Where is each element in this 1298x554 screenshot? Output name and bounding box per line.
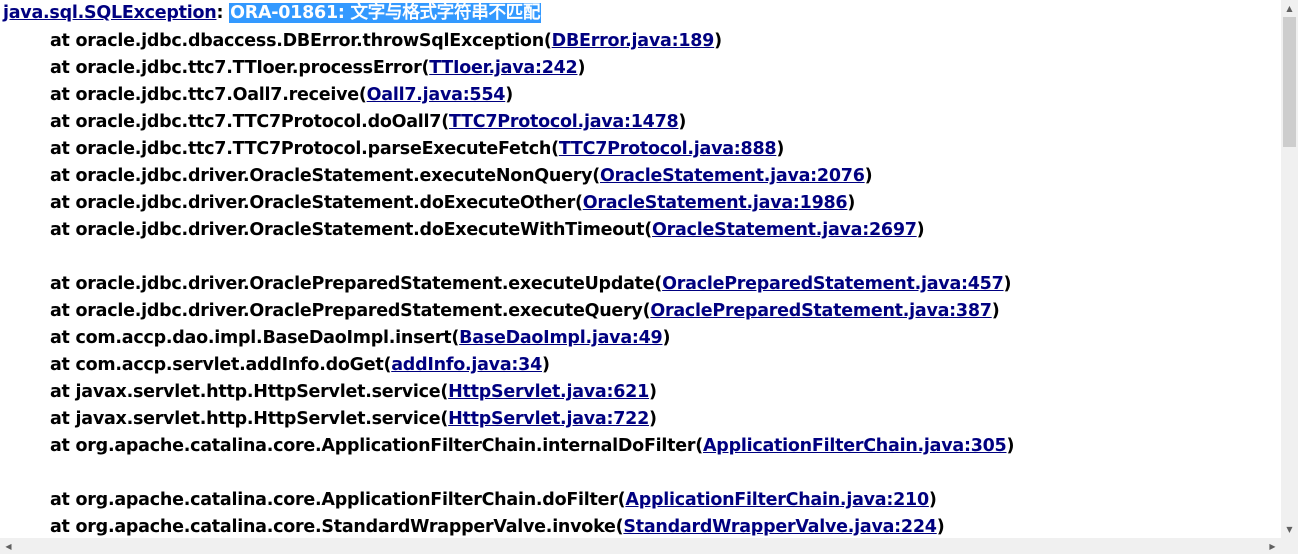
frame-close-paren: ) — [916, 220, 925, 240]
stack-frame-line: at org.apache.catalina.core.ApplicationF… — [50, 487, 937, 514]
frame-close-paren: ) — [936, 517, 945, 537]
stack-frame-line: at oracle.jdbc.ttc7.TTC7Protocol.doOall7… — [50, 109, 686, 136]
stack-frame-line: at oracle.jdbc.driver.OracleStatement.do… — [50, 190, 855, 217]
frame-source-link[interactable]: ApplicationFilterChain.java:210 — [625, 490, 929, 510]
frame-source-link[interactable]: ApplicationFilterChain.java:305 — [703, 436, 1007, 456]
frame-source-link[interactable]: TTC7Protocol.java:888 — [559, 139, 777, 159]
frame-method-text: at oracle.jdbc.driver.OracleStatement.do… — [50, 193, 583, 213]
stack-frame-line: at oracle.jdbc.ttc7.TTC7Protocol.parseEx… — [50, 136, 784, 163]
frame-source-link[interactable]: Oall7.java:554 — [367, 85, 506, 105]
frame-method-text: at com.accp.dao.impl.BaseDaoImpl.insert( — [50, 328, 460, 348]
frame-source-link[interactable]: OracleStatement.java:1986 — [583, 193, 848, 213]
frame-method-text: at javax.servlet.http.HttpServlet.servic… — [50, 409, 449, 429]
frame-method-text: at oracle.jdbc.driver.OracleStatement.ex… — [50, 166, 601, 186]
frame-method-text: at oracle.jdbc.ttc7.TTC7Protocol.doOall7… — [50, 112, 449, 132]
frame-close-paren: ) — [649, 382, 657, 402]
frame-close-paren: ) — [776, 139, 785, 159]
scroll-down-icon[interactable]: ▼ — [1281, 521, 1298, 538]
scroll-left-icon[interactable]: ◀ — [0, 538, 17, 554]
frame-method-text: at oracle.jdbc.dbaccess.DBError.throwSql… — [50, 31, 552, 51]
frame-source-link[interactable]: OraclePreparedStatement.java:457 — [662, 274, 1004, 294]
frame-close-paren: ) — [864, 166, 873, 186]
stack-frame-line: at oracle.jdbc.driver.OraclePreparedStat… — [50, 298, 1000, 325]
exception-separator: : — [216, 3, 230, 23]
frame-source-link[interactable]: DBError.java:189 — [552, 31, 715, 51]
frame-source-link[interactable]: addInfo.java:34 — [391, 355, 542, 375]
stack-frame-line: at org.apache.catalina.core.StandardWrap… — [50, 514, 945, 538]
frame-method-text: at org.apache.catalina.core.ApplicationF… — [50, 436, 704, 456]
exception-message-selected[interactable]: ORA-01861: 文字与格式字符串不匹配 — [229, 3, 542, 23]
horizontal-scrollbar[interactable]: ◀ ▶ — [0, 538, 1281, 554]
frame-method-text: at oracle.jdbc.driver.OraclePreparedStat… — [50, 301, 651, 321]
stack-frame-line: at org.apache.catalina.core.ApplicationF… — [50, 433, 1014, 460]
stack-frame-line: at com.accp.dao.impl.BaseDaoImpl.insert(… — [50, 325, 670, 352]
frame-source-link[interactable]: OracleStatement.java:2076 — [600, 166, 865, 186]
frame-close-paren: ) — [847, 193, 856, 213]
frame-close-paren: ) — [991, 301, 1000, 321]
stack-frame-line: at com.accp.servlet.addInfo.doGet(addInf… — [50, 352, 550, 379]
stack-frame-line: at oracle.jdbc.ttc7.TTIoer.processError(… — [50, 55, 585, 82]
stack-frame-line: at oracle.jdbc.driver.OracleStatement.ex… — [50, 163, 873, 190]
frame-close-paren: ) — [662, 328, 671, 348]
frame-close-paren: ) — [542, 355, 550, 375]
frame-source-link[interactable]: OraclePreparedStatement.java:387 — [650, 301, 992, 321]
frame-method-text: at org.apache.catalina.core.StandardWrap… — [50, 517, 624, 537]
frame-source-link[interactable]: TTC7Protocol.java:1478 — [449, 112, 679, 132]
frame-close-paren: ) — [577, 58, 586, 78]
vertical-scroll-thumb[interactable] — [1283, 17, 1296, 147]
frame-close-paren: ) — [678, 112, 687, 132]
scroll-up-icon[interactable]: ▲ — [1281, 0, 1298, 17]
frame-method-text: at oracle.jdbc.driver.OraclePreparedStat… — [50, 274, 663, 294]
frame-source-link[interactable]: HttpServlet.java:722 — [448, 409, 649, 429]
frame-method-text: at oracle.jdbc.ttc7.TTIoer.processError( — [50, 58, 430, 78]
stack-frame-line: at javax.servlet.http.HttpServlet.servic… — [50, 406, 657, 433]
stack-frame-line: at oracle.jdbc.dbaccess.DBError.throwSql… — [50, 28, 722, 55]
frame-method-text: at oracle.jdbc.ttc7.Oall7.receive( — [50, 85, 367, 105]
frame-source-link[interactable]: TTIoer.java:242 — [429, 58, 578, 78]
frame-method-text: at javax.servlet.http.HttpServlet.servic… — [50, 382, 449, 402]
frame-close-paren: ) — [649, 409, 657, 429]
frame-close-paren: ) — [714, 31, 722, 51]
frame-source-link[interactable]: BaseDaoImpl.java:49 — [459, 328, 663, 348]
frame-method-text: at com.accp.servlet.addInfo.doGet( — [50, 355, 392, 375]
frame-source-link[interactable]: StandardWrapperValve.java:224 — [623, 517, 937, 537]
vertical-scrollbar[interactable]: ▲ ▼ — [1281, 0, 1298, 538]
scrollbar-corner — [1281, 538, 1298, 554]
stack-frame-line: at oracle.jdbc.driver.OraclePreparedStat… — [50, 271, 1012, 298]
frame-source-link[interactable]: OracleStatement.java:2697 — [652, 220, 917, 240]
stack-frame-line: at oracle.jdbc.ttc7.Oall7.receive(Oall7.… — [50, 82, 513, 109]
exception-class-link[interactable]: java.sql.SQLException — [3, 3, 217, 23]
scroll-right-icon[interactable]: ▶ — [1264, 538, 1281, 554]
frame-method-text: at oracle.jdbc.driver.OracleStatement.do… — [50, 220, 653, 240]
stack-frame-line: at javax.servlet.http.HttpServlet.servic… — [50, 379, 657, 406]
frame-method-text: at org.apache.catalina.core.ApplicationF… — [50, 490, 626, 510]
stack-trace-view: java.sql.SQLException: ORA-01861: 文字与格式字… — [0, 0, 1281, 538]
exception-header: java.sql.SQLException: ORA-01861: 文字与格式字… — [3, 0, 542, 27]
frame-source-link[interactable]: HttpServlet.java:621 — [448, 382, 649, 402]
stack-frame-line: at oracle.jdbc.driver.OracleStatement.do… — [50, 217, 925, 244]
frame-close-paren: ) — [1003, 274, 1012, 294]
frame-close-paren: ) — [505, 85, 513, 105]
frame-close-paren: ) — [1006, 436, 1015, 456]
frame-method-text: at oracle.jdbc.ttc7.TTC7Protocol.parseEx… — [50, 139, 559, 159]
frame-close-paren: ) — [928, 490, 937, 510]
